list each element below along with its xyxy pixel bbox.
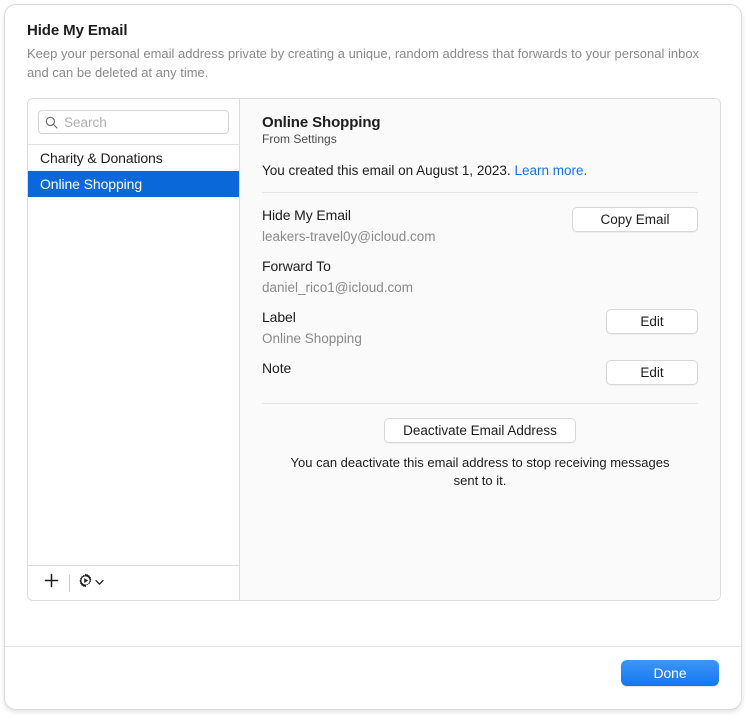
action-menu-button[interactable]: [75, 573, 107, 593]
edit-note-button[interactable]: Edit: [606, 360, 698, 385]
list-item-online-shopping[interactable]: Online Shopping: [28, 171, 239, 197]
field-value: Online Shopping: [262, 331, 362, 346]
done-button[interactable]: Done: [621, 660, 719, 686]
field-label-row: Label Online Shopping Edit: [262, 309, 698, 346]
field-text-group: Hide My Email leakers-travel0y@icloud.co…: [262, 207, 436, 244]
search-input[interactable]: [64, 115, 222, 130]
deactivate-note: You can deactivate this email address to…: [280, 454, 680, 490]
copy-email-button[interactable]: Copy Email: [572, 207, 698, 232]
detail-source: From Settings: [262, 132, 698, 146]
field-hide-my-email: Hide My Email leakers-travel0y@icloud.co…: [262, 207, 698, 244]
sidebar-toolbar: [28, 565, 239, 600]
divider: [262, 403, 698, 404]
field-note-row: Note Edit: [262, 360, 698, 385]
created-text: You created this email on August 1, 2023…: [262, 163, 511, 178]
detail-title: Online Shopping: [262, 114, 698, 131]
field-value: leakers-travel0y@icloud.com: [262, 229, 436, 244]
divider: [262, 192, 698, 193]
edit-label-button[interactable]: Edit: [606, 309, 698, 334]
deactivate-email-button[interactable]: Deactivate Email Address: [384, 418, 576, 443]
field-value: daniel_rico1@icloud.com: [262, 280, 413, 295]
page-subtitle: Keep your personal email address private…: [27, 44, 707, 82]
footer-divider: [5, 646, 741, 647]
list-item-charity-donations[interactable]: Charity & Donations: [28, 145, 239, 171]
search-container: [28, 99, 239, 144]
search-field[interactable]: [38, 110, 229, 134]
chevron-down-icon: [95, 574, 104, 592]
split-panel: Charity & Donations Online Shopping: [27, 98, 721, 601]
window-header: Hide My Email Keep your personal email a…: [5, 5, 741, 82]
list-item-label: Online Shopping: [40, 176, 142, 192]
deactivate-section: Deactivate Email Address You can deactiv…: [262, 418, 698, 490]
detail-pane: Online Shopping From Settings You create…: [240, 99, 720, 600]
field-text-group: Label Online Shopping: [262, 309, 362, 346]
field-label: Label: [262, 309, 362, 325]
hide-my-email-window: Hide My Email Keep your personal email a…: [4, 4, 742, 710]
search-icon: [45, 116, 58, 129]
plus-icon: [44, 573, 59, 593]
add-email-button[interactable]: [38, 570, 64, 596]
learn-more-link[interactable]: Learn more.: [514, 163, 587, 178]
gear-icon: [78, 573, 93, 593]
field-label: Note: [262, 360, 291, 376]
field-text-group: Note: [262, 360, 291, 376]
sidebar: Charity & Donations Online Shopping: [28, 99, 240, 600]
toolbar-divider: [69, 575, 70, 592]
field-text-group: Forward To daniel_rico1@icloud.com: [262, 258, 413, 295]
field-forward-to: Forward To daniel_rico1@icloud.com: [262, 258, 698, 295]
page-title: Hide My Email: [27, 22, 719, 39]
field-label: Hide My Email: [262, 207, 436, 223]
created-line: You created this email on August 1, 2023…: [262, 163, 698, 178]
email-list[interactable]: Charity & Donations Online Shopping: [28, 144, 239, 565]
field-label: Forward To: [262, 258, 413, 274]
list-item-label: Charity & Donations: [40, 150, 163, 166]
